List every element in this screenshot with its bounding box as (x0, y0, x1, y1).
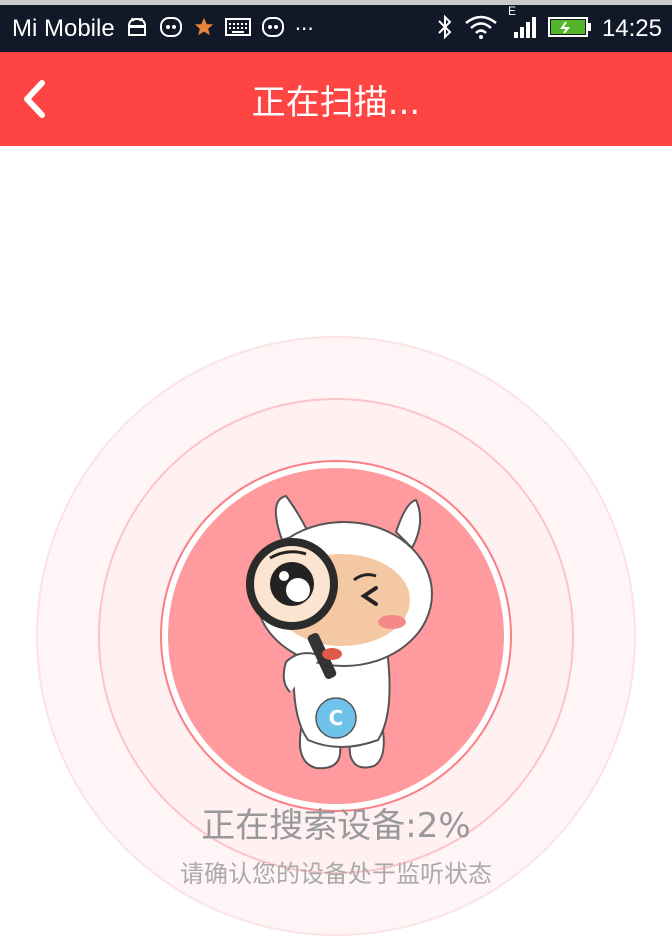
app-header: 正在扫描... (0, 52, 672, 146)
battery-charging-icon (547, 15, 592, 43)
clock: 14:25 (601, 14, 662, 42)
star-icon (193, 16, 215, 42)
status-right: E 14:25 (436, 4, 662, 44)
chevron-left-icon (24, 80, 45, 118)
mascot-illustration: C (236, 492, 446, 782)
more-dots-icon: ··· (294, 16, 314, 41)
mascot-badge-letter: C (329, 706, 344, 730)
android-icon (125, 16, 149, 42)
wifi-icon (464, 14, 498, 44)
scan-progress-text: 正在搜索设备:2% (201, 806, 471, 846)
signal-icon: E (508, 4, 538, 44)
bluetooth-icon (436, 14, 454, 44)
page-title: 正在扫描... (251, 82, 421, 123)
back-button[interactable] (14, 76, 54, 122)
status-left: Mi Mobile ··· (12, 15, 314, 43)
notification-app-icon (159, 15, 183, 43)
status-bar: Mi Mobile ··· E 14:25 (0, 0, 672, 52)
scan-hint-text: 请确认您的设备处于监听状态 (180, 860, 492, 888)
notification-app-icon (261, 15, 285, 43)
scan-area: C 正在搜索设备:2% 请确认您的设备处于监听状态 (0, 146, 672, 936)
network-type-label: E (507, 3, 516, 18)
carrier-name: Mi Mobile (12, 14, 115, 42)
keyboard-icon (224, 17, 251, 41)
